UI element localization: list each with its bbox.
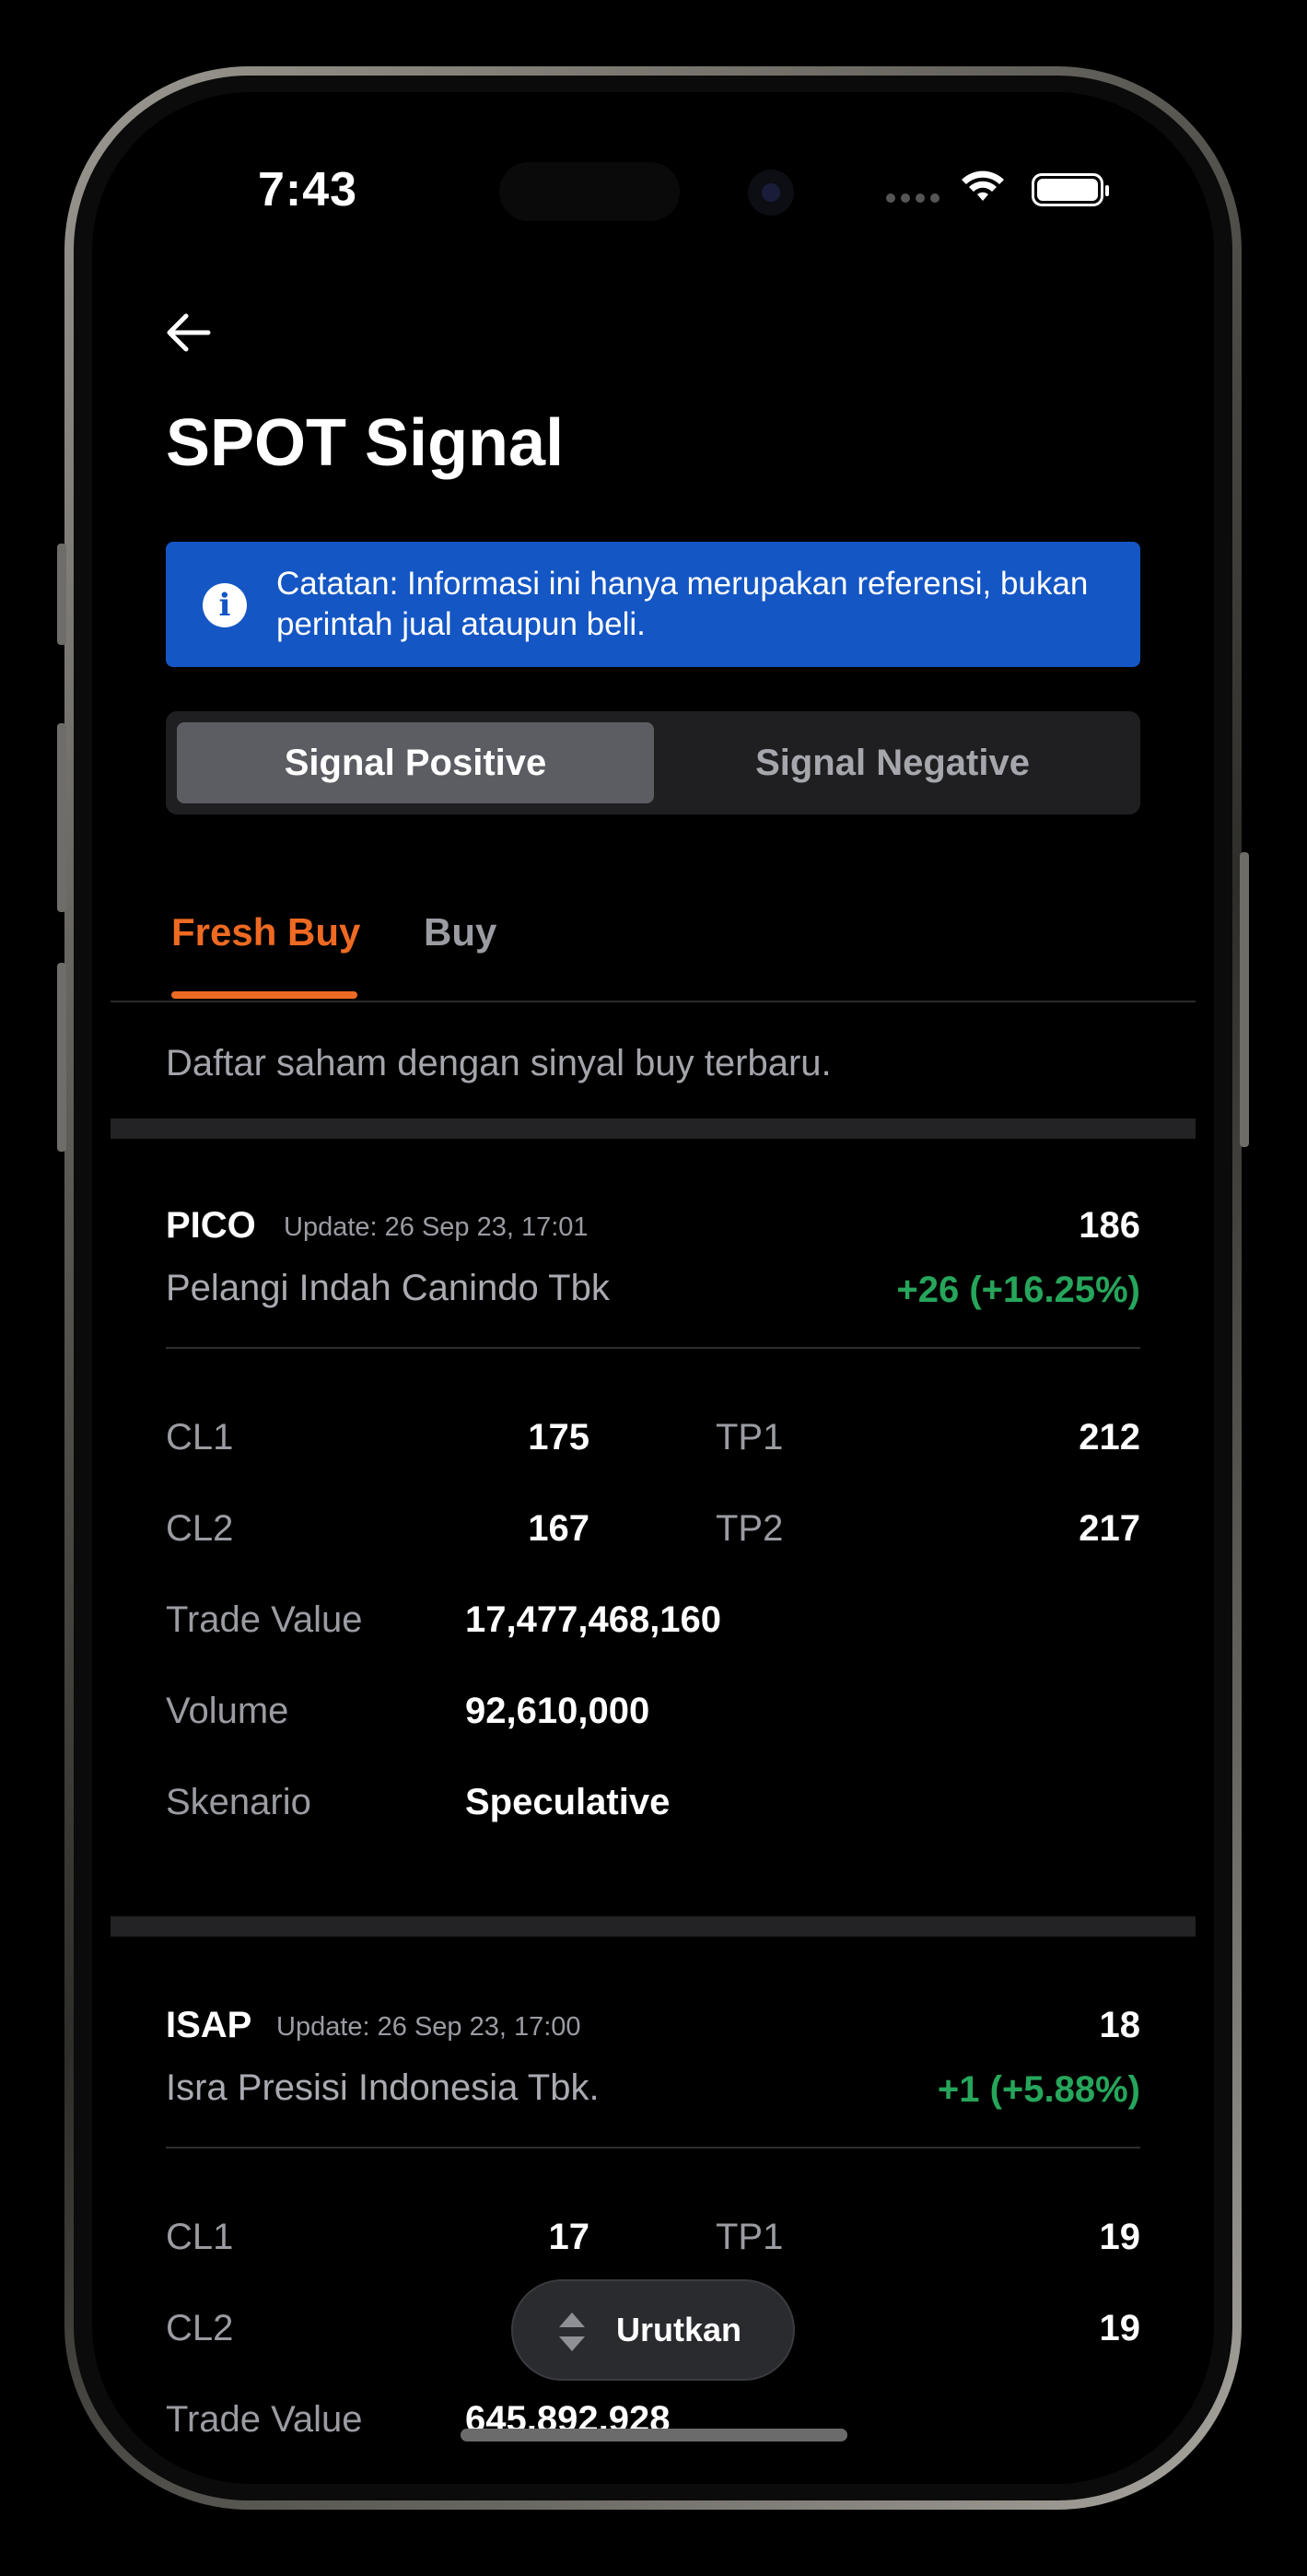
- card-divider: [166, 2147, 1140, 2149]
- back-arrow-icon[interactable]: [160, 310, 216, 356]
- section-separator: [111, 1916, 1196, 1937]
- status-time: 7:43: [258, 163, 358, 217]
- tab-active-indicator: [171, 991, 357, 999]
- signal-dots-icon: [886, 193, 943, 203]
- sort-icon: [559, 2313, 585, 2351]
- wifi-icon: [962, 170, 1004, 201]
- tab-buy[interactable]: Buy: [424, 910, 496, 954]
- battery-icon: [1032, 173, 1109, 206]
- notice-text: Catatan: Informasi ini hanya merupakan r…: [276, 566, 1089, 642]
- dynamic-island: [499, 162, 680, 221]
- cl1-label: CL1: [166, 2217, 234, 2257]
- signal-segmented-control: Signal Positive Signal Negative: [166, 711, 1140, 814]
- screen: 7:43 SPOT Signal i Catatan: Informasi in…: [92, 92, 1214, 2484]
- action-button: [57, 544, 66, 645]
- trade-value: 17,477,468,160: [465, 1599, 722, 1640]
- volume-label: Volume: [166, 1691, 289, 1731]
- skenario-label: Skenario: [166, 1782, 311, 1822]
- section-separator: [111, 1118, 1196, 1139]
- trade-value-label: Trade Value: [166, 1599, 363, 1640]
- notice-banner: i Catatan: Informasi ini hanya merupakan…: [166, 542, 1140, 667]
- cl1-value: 17: [548, 2217, 590, 2257]
- trade-value-label: Trade Value: [166, 2399, 363, 2440]
- segment-signal-negative[interactable]: Signal Negative: [654, 722, 1131, 803]
- tab-fresh-buy[interactable]: Fresh Buy: [171, 910, 360, 954]
- volume-down-button: [57, 963, 66, 1152]
- card-divider: [166, 1347, 1140, 1349]
- skenario-value: Speculative: [465, 1782, 671, 1822]
- tp2-value: 19: [1099, 2308, 1141, 2348]
- segment-signal-positive[interactable]: Signal Positive: [177, 722, 654, 803]
- sort-button[interactable]: Urutkan: [511, 2279, 795, 2381]
- cl2-label: CL2: [166, 2308, 234, 2348]
- last-price: 18: [1099, 2005, 1141, 2045]
- tab-divider: [111, 1001, 1196, 1002]
- info-icon: i: [203, 583, 247, 627]
- ticker-symbol: PICO: [166, 1205, 256, 1246]
- tp1-value: 19: [1099, 2217, 1141, 2257]
- update-timestamp: Update: 26 Sep 23, 17:00: [276, 2012, 581, 2042]
- cl1-value: 175: [528, 1417, 589, 1458]
- volume-up-button: [57, 723, 66, 912]
- cl1-label: CL1: [166, 1417, 234, 1458]
- tp1-value: 212: [1079, 1417, 1140, 1458]
- cl2-label: CL2: [166, 1508, 234, 1549]
- ticker-symbol: ISAP: [166, 2005, 252, 2045]
- home-indicator: [461, 2429, 847, 2441]
- last-price: 186: [1079, 1205, 1140, 1246]
- update-timestamp: Update: 26 Sep 23, 17:01: [284, 1212, 589, 1242]
- tp1-label: TP1: [716, 1417, 784, 1458]
- tp1-label: TP1: [716, 2217, 784, 2257]
- price-change: +26 (+16.25%): [896, 1270, 1140, 1310]
- sort-label: Urutkan: [616, 2311, 742, 2348]
- company-name: Isra Presisi Indonesia Tbk.: [166, 2067, 600, 2108]
- cl2-value: 167: [528, 1508, 589, 1549]
- company-name: Pelangi Indah Canindo Tbk: [166, 1268, 610, 1308]
- tp2-label: TP2: [716, 1508, 784, 1549]
- tp2-value: 217: [1079, 1508, 1140, 1549]
- camera-icon: [748, 170, 794, 216]
- list-description: Daftar saham dengan sinyal buy terbaru.: [166, 1043, 832, 1083]
- price-change: +1 (+5.88%): [937, 2069, 1140, 2110]
- volume-value: 92,610,000: [465, 1691, 650, 1731]
- power-button: [1240, 852, 1249, 1147]
- page-title: SPOT Signal: [166, 406, 565, 480]
